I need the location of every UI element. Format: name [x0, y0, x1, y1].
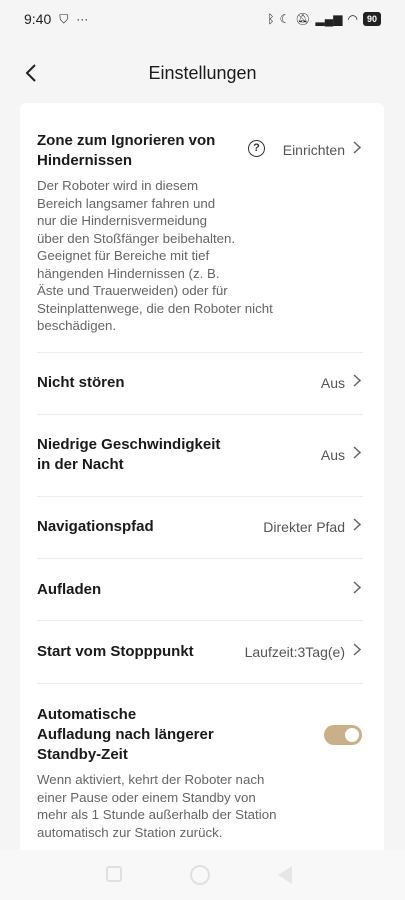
status-left: 9:40 ⛉ ···: [24, 11, 88, 27]
auto-charge-desc-2: einer Pause oder einem Standby von: [37, 789, 256, 805]
auto-charge-label-3: Standby-Zeit: [37, 746, 128, 763]
page-title: Einstellungen: [148, 62, 257, 83]
navigation-path-label: Navigationspfad: [37, 518, 154, 535]
obstacle-zone-desc-7: Äste und Trauerweiden) oder für: [37, 283, 228, 298]
page-header: Einstellungen: [0, 50, 405, 96]
auto-charge-desc-4: automatisch zur Station zurück.: [37, 824, 223, 840]
setting-do-not-disturb[interactable]: Nicht stören Aus: [37, 373, 363, 393]
bluetooth-icon: ᛒ: [267, 12, 275, 26]
navigation-path-value: Direkter Pfad: [263, 519, 345, 535]
signal-icon: ▂▄▆: [315, 12, 343, 26]
battery-icon: 90: [362, 12, 381, 26]
obstacle-zone-label-1: Zone zum Ignorieren von: [37, 132, 216, 149]
moon-icon: ☾: [279, 12, 291, 26]
chevron-right-icon: [351, 140, 363, 160]
obstacle-zone-desc-6: hängenden Hindernissen (z. B.: [37, 265, 220, 281]
chevron-right-icon: [351, 445, 363, 465]
auto-charge-label-1: Automatische: [37, 706, 137, 723]
chevron-right-icon: [351, 642, 363, 662]
obstacle-zone-label-2: Hindernissen: [37, 152, 133, 169]
recent-apps-button[interactable]: [106, 866, 122, 882]
home-button[interactable]: [190, 865, 210, 885]
mute-icon: 🔕︎: [295, 12, 311, 26]
auto-charge-desc-1: Wenn aktiviert, kehrt der Roboter nach: [37, 772, 265, 787]
chevron-left-icon: [25, 64, 36, 82]
obstacle-zone-desc-1: Der Roboter wird in diesem: [37, 178, 199, 193]
chevron-right-icon: [351, 373, 363, 393]
night-speed-value: Aus: [320, 447, 345, 463]
divider: [37, 352, 363, 353]
setting-resume-from-stop[interactable]: Start vom Stopppunkt Laufzeit:3Tag(e): [37, 642, 363, 662]
obstacle-zone-desc-2: Bereich langsamer fahren und: [37, 195, 216, 211]
setting-auto-charge: Automatische Aufladung nach längerer Sta…: [37, 705, 363, 845]
divider: [37, 414, 363, 415]
toggle-knob: [345, 728, 359, 742]
wifi-icon: ◠: [347, 12, 358, 26]
setting-obstacle-zone[interactable]: Zone zum Ignorieren von Hindernissen ? E…: [37, 131, 363, 363]
auto-charge-desc-3: mehr als 1 Stunde außerhalb der Station: [37, 807, 277, 822]
divider: [37, 683, 363, 684]
obstacle-zone-desc-4: über den Stoßfänger beibehalten.: [37, 230, 236, 246]
do-not-disturb-value: Aus: [320, 375, 345, 391]
auto-charge-toggle[interactable]: [324, 725, 362, 745]
setting-night-speed[interactable]: Niedrige Geschwindigkeit in der Nacht Au…: [37, 435, 363, 475]
setting-navigation-path[interactable]: Navigationspfad Direkter Pfad: [37, 517, 363, 537]
shield-icon: ⛉: [59, 12, 69, 26]
night-speed-label-2: in der Nacht: [37, 456, 124, 473]
status-right: ᛒ ☾ 🔕︎ ▂▄▆ ◠ 90: [267, 12, 381, 26]
resume-value: Laufzeit:3Tag(e): [244, 644, 345, 660]
chevron-right-icon: [351, 517, 363, 537]
obstacle-zone-desc-5: Geeignet für Bereiche mit tief: [37, 248, 210, 263]
do-not-disturb-label: Nicht stören: [37, 374, 125, 391]
system-navigation-bar: [0, 850, 405, 900]
status-bar: 9:40 ⛉ ··· ᛒ ☾ 🔕︎ ▂▄▆ ◠ 90: [0, 0, 405, 38]
settings-card: Zone zum Ignorieren von Hindernissen ? E…: [20, 103, 384, 850]
charging-label: Aufladen: [37, 581, 102, 598]
obstacle-zone-desc-8: Steinplattenwege, die den Roboter nicht: [37, 300, 273, 316]
obstacle-zone-desc-9: beschädigen.: [37, 318, 117, 333]
divider: [37, 620, 363, 621]
obstacle-zone-value: Einrichten: [282, 142, 345, 158]
night-speed-label-1: Niedrige Geschwindigkeit: [37, 436, 221, 453]
status-time: 9:40: [24, 11, 52, 27]
chevron-right-icon: [351, 580, 363, 600]
resume-label: Start vom Stopppunkt: [37, 643, 194, 660]
divider: [37, 496, 363, 497]
question-circle-icon[interactable]: ?: [248, 140, 265, 157]
obstacle-zone-desc-3: nur die Hindernisvermeidung: [37, 213, 207, 228]
divider: [37, 558, 363, 559]
setting-charging[interactable]: Aufladen: [37, 580, 363, 600]
auto-charge-label-2: Aufladung nach längerer: [37, 726, 214, 743]
back-button[interactable]: [18, 60, 44, 86]
system-back-button[interactable]: [278, 866, 292, 884]
more-notifications-icon: ···: [76, 12, 89, 26]
